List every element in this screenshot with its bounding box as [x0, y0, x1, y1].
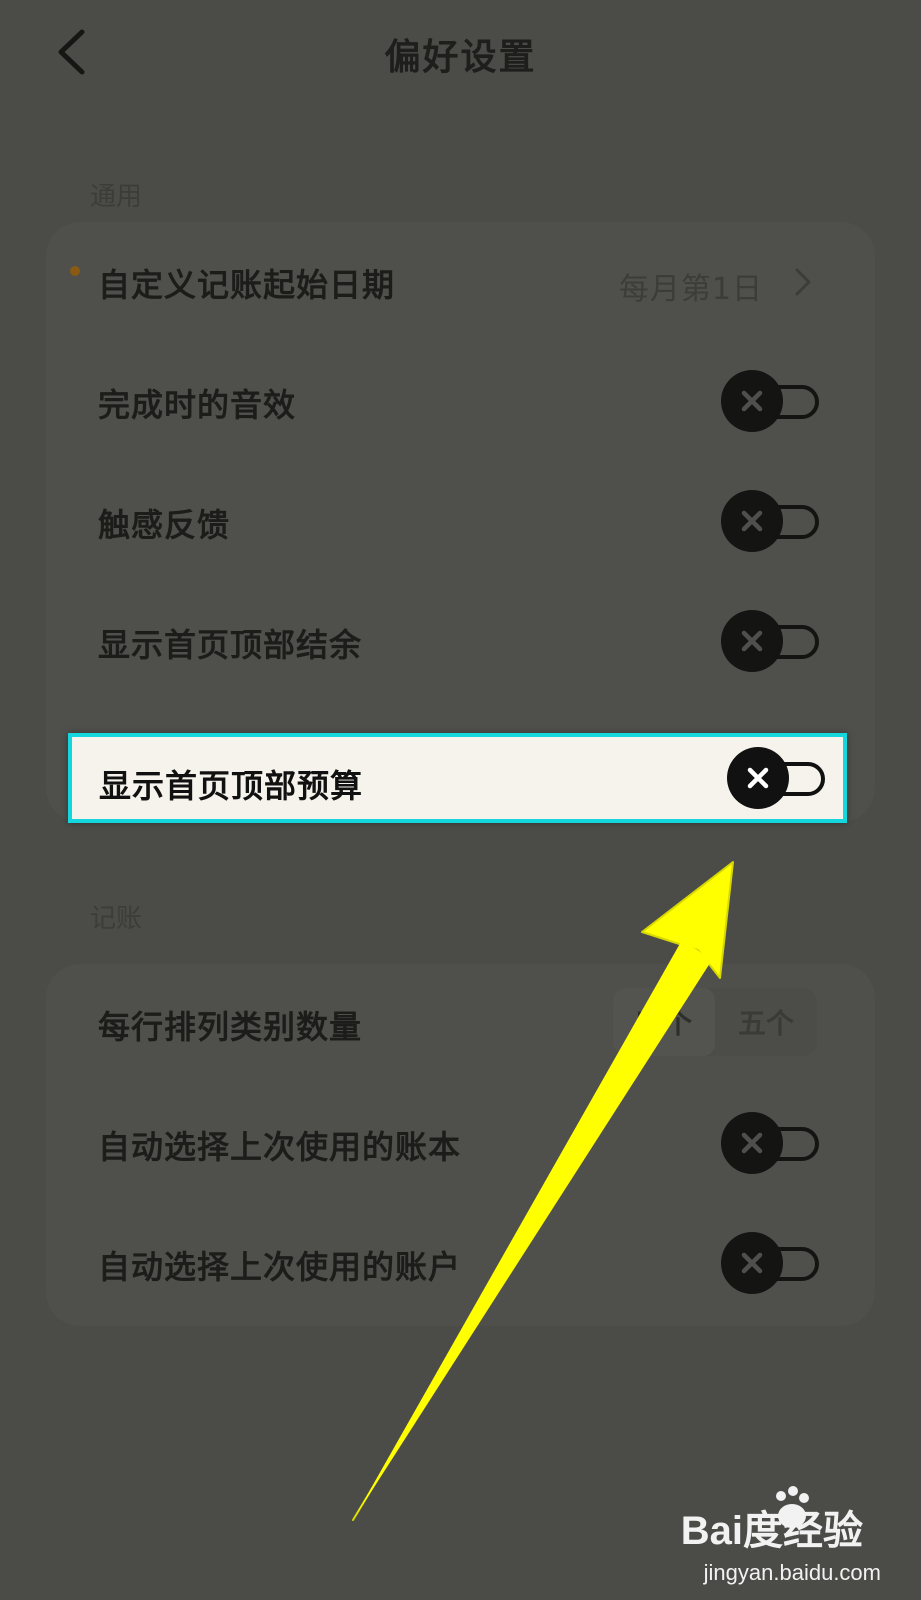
haptic-label: 触感反馈	[98, 506, 231, 544]
sound-row: 完成时的音效	[46, 342, 875, 462]
sound-toggle[interactable]	[721, 370, 821, 432]
toggle-knob	[721, 1232, 783, 1294]
section-label-general: 通用	[90, 182, 143, 212]
toggle-knob	[727, 747, 789, 809]
auto-book-label: 自动选择上次使用的账本	[98, 1128, 462, 1166]
auto-book-toggle[interactable]	[721, 1112, 821, 1174]
close-icon	[741, 390, 763, 412]
auto-account-toggle[interactable]	[721, 1232, 821, 1294]
preferences-screen: 偏好设置 通用 自定义记账起始日期 每月第1日 完成时的音效 触感反馈 显示首页…	[0, 0, 921, 1600]
watermark-url: jingyan.baidu.com	[703, 1560, 881, 1585]
general-settings-card: 自定义记账起始日期 每月第1日 完成时的音效 触感反馈 显示首页顶部结余	[46, 222, 875, 822]
sound-label: 完成时的音效	[98, 386, 297, 424]
categories-segmented-control: 四个 五个	[613, 988, 817, 1056]
auto-account-row: 自动选择上次使用的账户	[46, 1204, 875, 1324]
close-icon	[741, 630, 763, 652]
start-date-value: 每月第1日	[618, 272, 763, 307]
start-date-row[interactable]: 自定义记账起始日期 每月第1日	[46, 222, 875, 342]
categories-per-row-label: 每行排列类别数量	[98, 1008, 363, 1046]
section-label-bookkeeping: 记账	[90, 904, 143, 934]
close-icon	[741, 1132, 763, 1154]
budget-label: 显示首页顶部预算	[99, 767, 364, 805]
chevron-right-icon	[795, 268, 811, 296]
close-icon	[741, 1252, 763, 1274]
close-icon	[741, 510, 763, 532]
balance-label: 显示首页顶部结余	[98, 626, 363, 664]
toggle-knob	[721, 610, 783, 672]
segment-four[interactable]: 四个	[613, 988, 715, 1056]
new-indicator-dot	[70, 266, 80, 276]
toggle-knob	[721, 490, 783, 552]
balance-row: 显示首页顶部结余	[46, 582, 875, 702]
start-date-label: 自定义记账起始日期	[98, 266, 396, 304]
page-title: 偏好设置	[384, 37, 537, 78]
toggle-knob	[721, 370, 783, 432]
auto-book-row: 自动选择上次使用的账本	[46, 1084, 875, 1204]
balance-toggle[interactable]	[721, 610, 821, 672]
categories-per-row-row: 每行排列类别数量 四个 五个	[46, 964, 875, 1084]
watermark-logo: Bai度经验	[680, 1509, 863, 1553]
bookkeeping-settings-card: 每行排列类别数量 四个 五个 自动选择上次使用的账本 自动选择上次使用的账户	[46, 964, 875, 1326]
toggle-knob	[721, 1112, 783, 1174]
auto-account-label: 自动选择上次使用的账户	[98, 1248, 462, 1286]
segment-five[interactable]: 五个	[715, 988, 817, 1056]
budget-row-highlighted: 显示首页顶部预算	[68, 733, 847, 823]
haptic-toggle[interactable]	[721, 490, 821, 552]
budget-toggle[interactable]	[727, 747, 827, 809]
close-icon	[747, 767, 769, 789]
haptic-row: 触感反馈	[46, 462, 875, 582]
